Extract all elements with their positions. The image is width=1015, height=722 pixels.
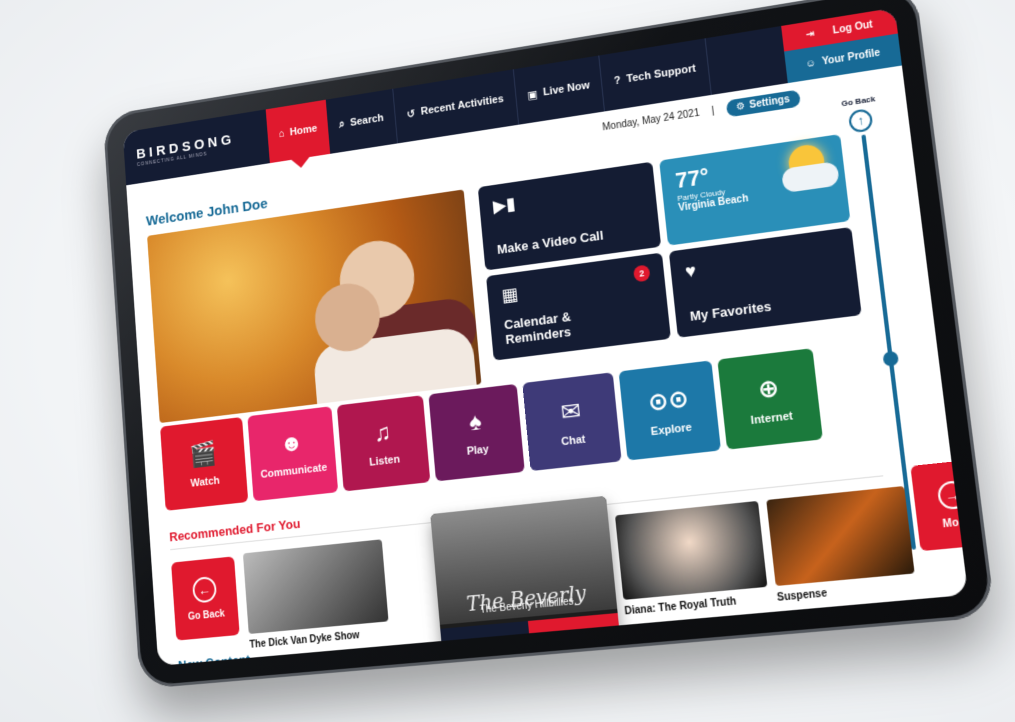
nav-search-label: Search	[349, 112, 385, 129]
category-label: Watch	[190, 474, 221, 490]
profile-label: Your Profile	[821, 47, 881, 68]
nav-recent-label: Recent Activities	[420, 93, 505, 118]
nav-live-label: Live Now	[542, 79, 591, 99]
recommended-heading: Recommended For You	[168, 515, 301, 545]
calendar-tile[interactable]: 2 ▦ Calendar & Reminders	[486, 252, 671, 361]
history-icon: ↺	[406, 107, 416, 121]
divider: |	[711, 105, 715, 117]
video-call-label: Make a Video Call	[496, 227, 605, 257]
user-icon: ☺	[804, 57, 817, 70]
nav-search[interactable]: ⌕ Search	[325, 88, 399, 154]
music-notes-icon: ♫	[372, 418, 392, 448]
recommended-card[interactable]: Diana: The Royal Truth	[614, 500, 769, 618]
settings-label: Settings	[748, 94, 791, 112]
scroll-go-back-label: Go Back	[840, 94, 876, 109]
category-play[interactable]: ♠ Play	[428, 383, 525, 482]
logout-icon: ⇥	[805, 28, 816, 41]
category-label: Play	[466, 443, 490, 458]
tablet-device: BIRDSONG CONNECTING ALL MINDS ⌂ Home ⌕ S…	[102, 0, 996, 690]
search-icon: ⌕	[338, 117, 346, 131]
settings-button[interactable]: ⚙ Settings	[725, 89, 801, 118]
nav-home-label: Home	[289, 122, 318, 139]
category-label: Explore	[650, 420, 693, 438]
clapperboard-icon: 🎬	[188, 439, 218, 469]
nav-home[interactable]: ⌂ Home	[265, 99, 331, 164]
category-listen[interactable]: ♫ Listen	[336, 395, 431, 492]
hero-image	[147, 189, 482, 424]
category-label: Chat	[560, 433, 587, 448]
video-camera-icon: ▶▮	[492, 193, 517, 217]
current-date: Monday, May 24 2021	[601, 107, 701, 134]
calendar-label: Calendar & Reminders	[503, 298, 655, 347]
show-thumbnail	[766, 485, 915, 587]
heart-icon: ♥	[684, 260, 698, 282]
brand-logo[interactable]: BIRDSONG CONNECTING ALL MINDS	[124, 126, 269, 170]
category-label: Communicate	[260, 461, 328, 481]
person-chat-icon: ☻	[279, 429, 305, 459]
logout-label: Log Out	[832, 18, 874, 37]
scroll-thumb[interactable]	[882, 350, 900, 367]
cards-icon: ♠	[467, 408, 483, 437]
weather-tile[interactable]: 77° Partly Cloudy Virginia Beach	[659, 134, 851, 246]
chat-bubbles-icon: ✉	[559, 397, 582, 427]
category-communicate[interactable]: ☻ Communicate	[247, 406, 339, 502]
stage: BIRDSONG CONNECTING ALL MINDS ⌂ Home ⌕ S…	[0, 0, 1015, 722]
scroll-up-button[interactable]: ↑	[847, 108, 874, 134]
globe-search-icon: ⊕	[756, 373, 781, 404]
show-thumbnail	[614, 500, 768, 600]
help-icon: ?	[613, 74, 622, 88]
favorites-tile[interactable]: ♥ My Favorites	[668, 226, 862, 338]
category-label: Internet	[750, 409, 794, 427]
carousel-back-label: Go Back	[187, 608, 226, 623]
video-call-tile[interactable]: ▶▮ Make a Video Call	[477, 161, 662, 271]
tv-icon: ▣	[526, 88, 539, 102]
carousel-back-button[interactable]: ← Go Back	[171, 556, 240, 641]
gear-icon: ⚙	[735, 100, 747, 114]
recommended-card[interactable]: Suspense	[766, 485, 917, 604]
category-explore[interactable]: ⊙⊙ Explore	[618, 360, 721, 461]
favorites-label: My Favorites	[689, 298, 773, 324]
nav-support-label: Tech Support	[625, 62, 697, 86]
arrow-left-icon: ←	[191, 575, 218, 604]
recommended-card[interactable]: The Dick Van Dyke Show	[242, 539, 390, 651]
category-label: Listen	[368, 453, 401, 469]
home-icon: ⌂	[278, 128, 285, 141]
show-thumbnail	[242, 539, 389, 635]
arrow-up-icon: ↑	[856, 113, 865, 129]
category-chat[interactable]: ✉ Chat	[522, 372, 622, 472]
category-internet[interactable]: ⊕ Internet	[717, 348, 823, 450]
binoculars-icon: ⊙⊙	[646, 384, 691, 417]
category-watch[interactable]: 🎬 Watch	[160, 416, 249, 511]
